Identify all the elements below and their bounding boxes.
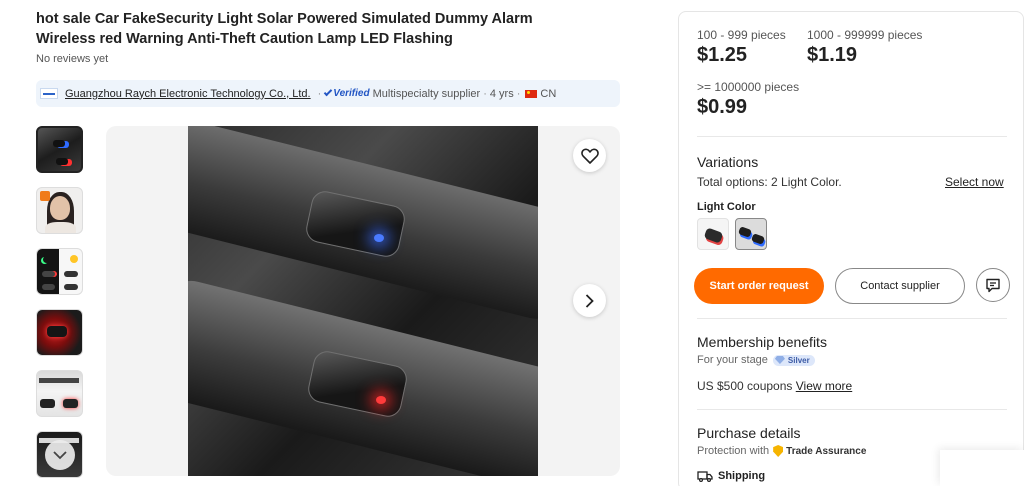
- stage-label: For your stage: [697, 354, 768, 366]
- silver-label: Silver: [787, 355, 810, 365]
- coupons-text: US $500 coupons: [697, 379, 793, 393]
- reviews-count: No reviews yet: [36, 53, 109, 65]
- protection-line: Protection with Trade Assurance: [697, 445, 866, 457]
- thumbnail-person-face: [50, 196, 70, 220]
- thumbnail-3[interactable]: [36, 248, 83, 295]
- sun-icon: [70, 255, 78, 263]
- supplier-logo[interactable]: [40, 88, 58, 99]
- thumbnail-6[interactable]: [36, 431, 83, 478]
- shield-icon: [773, 445, 784, 457]
- view-more-link[interactable]: View more: [796, 379, 852, 393]
- image-led-blue: [374, 234, 384, 242]
- supplier-bar: Guangzhou Raych Electronic Technology Co…: [36, 80, 620, 107]
- silver-badge: Silver: [772, 354, 815, 366]
- light-color-label: Light Color: [697, 201, 756, 213]
- membership-title: Membership benefits: [697, 334, 827, 350]
- thumbnail-device: [64, 271, 78, 277]
- divider: [697, 318, 1007, 319]
- swatch-device: [737, 226, 753, 238]
- price-tier-2: 1000 - 999999 pieces $1.19: [807, 28, 922, 67]
- thumbnail-device: [47, 326, 67, 337]
- color-swatch-red[interactable]: [697, 218, 729, 250]
- variations-total: Total options: 2 Light Color.: [697, 175, 842, 189]
- video-badge-icon: [40, 191, 50, 201]
- floating-panel-edge: [940, 450, 1024, 486]
- thumbnail-list: [36, 126, 84, 486]
- supplier-type: Multispecialty supplier: [372, 87, 481, 100]
- color-swatch-blue[interactable]: [735, 218, 767, 250]
- thumbnail-5[interactable]: [36, 370, 83, 417]
- price-tier-1: 100 - 999 pieces $1.25: [697, 28, 786, 67]
- product-title: hot sale Car FakeSecurity Light Solar Po…: [36, 11, 533, 47]
- start-order-button[interactable]: Start order request: [694, 268, 824, 304]
- heart-icon: [580, 148, 599, 164]
- price-tier-qty: >= 1000000 pieces: [697, 80, 800, 94]
- chevron-down-icon[interactable]: [45, 440, 75, 470]
- shipping-label: Shipping: [718, 470, 766, 482]
- diamond-icon: [774, 356, 785, 364]
- verified-check-icon: [324, 87, 333, 97]
- supplier-country: CN: [540, 87, 557, 100]
- price-tier-price: $1.25: [697, 44, 748, 66]
- trade-assurance-label[interactable]: Trade Assurance: [786, 446, 866, 457]
- supplier-years: 4 yrs: [489, 87, 514, 100]
- thumbnail-1[interactable]: [36, 126, 83, 173]
- main-image-container: [106, 126, 620, 476]
- protection-label: Protection with: [697, 445, 770, 457]
- separator: ·: [516, 87, 521, 100]
- supplier-name-link[interactable]: Guangzhou Raych Electronic Technology Co…: [65, 88, 311, 100]
- china-flag-icon: [525, 89, 538, 98]
- price-tier-qty: 1000 - 999999 pieces: [807, 28, 923, 42]
- purchase-panel: 100 - 999 pieces $1.25 1000 - 999999 pie…: [678, 11, 1024, 486]
- swatch-device: [750, 233, 766, 245]
- favorite-button[interactable]: [573, 139, 606, 172]
- thumbnail-device: [42, 271, 55, 277]
- thumbnail-device: [56, 158, 68, 165]
- select-now-link[interactable]: Select now: [945, 175, 1004, 189]
- membership-stage: For your stage Silver: [697, 354, 815, 366]
- variations-title: Variations: [697, 154, 759, 170]
- thumbnail-2[interactable]: [36, 187, 83, 234]
- separator: ·: [483, 87, 487, 100]
- thumbnail-device: [64, 284, 78, 290]
- thumbnail-person-body: [45, 222, 76, 233]
- main-product-image[interactable]: [188, 126, 538, 476]
- coupons-line: US $500 coupons View more: [697, 379, 852, 393]
- thumbnail-4[interactable]: [36, 309, 83, 356]
- thumbnail-device: [40, 399, 55, 408]
- verified-badge[interactable]: Verified: [324, 87, 370, 99]
- purchase-title: Purchase details: [697, 425, 801, 441]
- price-tier-price: $0.99: [697, 96, 748, 118]
- moon-icon: [43, 256, 50, 263]
- thumbnail-banner: [39, 378, 79, 383]
- thumbnail-device: [53, 140, 65, 147]
- separator: ·: [317, 87, 322, 100]
- contact-supplier-button[interactable]: Contact supplier: [835, 268, 965, 304]
- chevron-right-icon: [585, 293, 594, 308]
- thumbnail-device: [42, 284, 55, 290]
- price-tier-3: >= 1000000 pieces $0.99: [697, 80, 799, 119]
- chat-button[interactable]: [976, 268, 1010, 302]
- price-tier-price: $1.19: [807, 44, 858, 66]
- swatch-device: [703, 227, 724, 244]
- next-image-button[interactable]: [573, 284, 606, 317]
- verified-label: Verified: [333, 88, 370, 99]
- thumbnail-device: [63, 399, 78, 408]
- divider: [697, 409, 1007, 410]
- truck-icon: [697, 471, 713, 482]
- shipping-row[interactable]: Shipping: [697, 470, 765, 482]
- chat-icon: [986, 278, 1000, 292]
- image-led-red: [376, 396, 386, 404]
- divider: [697, 136, 1007, 137]
- price-tier-qty: 100 - 999 pieces: [697, 28, 786, 42]
